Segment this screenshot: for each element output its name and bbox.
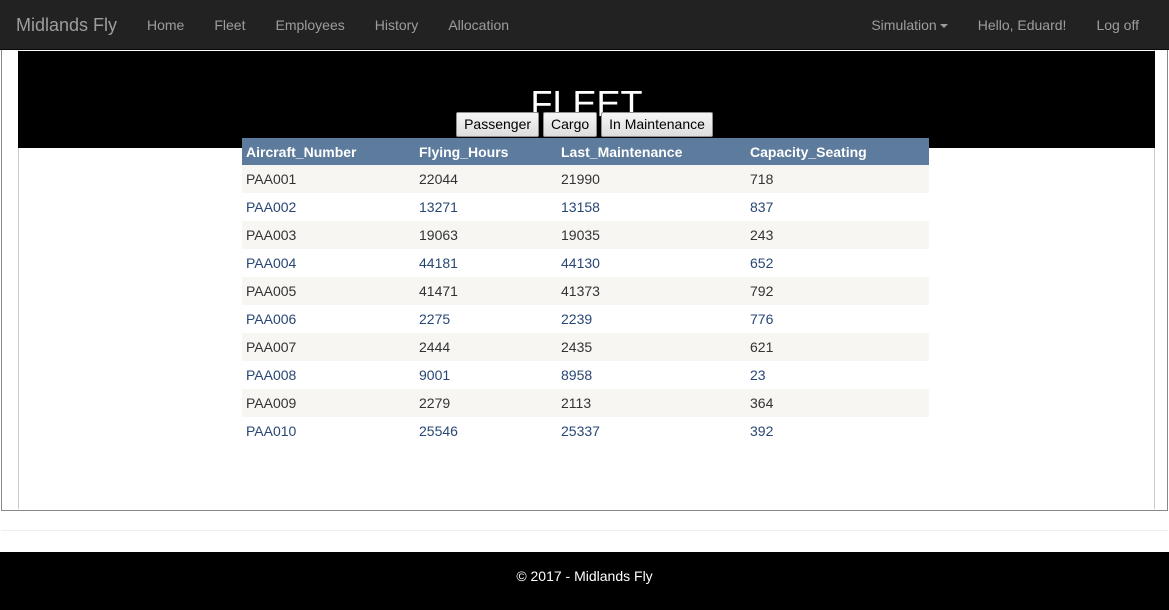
cell-last-maintenance: 19035 xyxy=(557,221,746,249)
nav-user-menu: Simulation Hello, Eduard! Log off xyxy=(856,0,1154,50)
cell-capacity-seating: 621 xyxy=(746,333,929,361)
cell-aircraft-number: PAA003 xyxy=(242,221,415,249)
cell-aircraft-number: PAA005 xyxy=(242,277,415,305)
divider xyxy=(1,530,1168,531)
cell-flying-hours: 2444 xyxy=(415,333,557,361)
cell-capacity-seating[interactable]: 23 xyxy=(746,361,929,389)
cell-flying-hours: 19063 xyxy=(415,221,557,249)
header-flying-hours[interactable]: Flying_Hours xyxy=(415,138,557,165)
nav-employees-link[interactable]: Employees xyxy=(260,0,359,50)
table-row[interactable]: PAA002 13271 13158 837 xyxy=(242,193,929,221)
table-row[interactable]: PAA003 19063 19035 243 xyxy=(242,221,929,249)
brand-link[interactable]: Midlands Fly xyxy=(16,14,117,36)
filter-bar: Passenger Cargo In Maintenance xyxy=(0,112,1169,137)
cell-flying-hours[interactable]: 25546 xyxy=(415,417,557,445)
nav-home-link[interactable]: Home xyxy=(132,0,199,50)
cell-aircraft-number[interactable]: PAA004 xyxy=(242,249,415,277)
cell-flying-hours: 22044 xyxy=(415,165,557,193)
fleet-table: Aircraft_Number Flying_Hours Last_Mainte… xyxy=(242,138,929,445)
cell-aircraft-number: PAA007 xyxy=(242,333,415,361)
cargo-filter-button[interactable]: Cargo xyxy=(543,112,598,137)
cell-capacity-seating: 718 xyxy=(746,165,929,193)
nav-fleet-link[interactable]: Fleet xyxy=(199,0,260,50)
simulation-label: Simulation xyxy=(871,17,937,33)
cell-last-maintenance[interactable]: 13158 xyxy=(557,193,746,221)
cell-flying-hours[interactable]: 9001 xyxy=(415,361,557,389)
nav-history-link[interactable]: History xyxy=(360,0,434,50)
header-capacity-seating[interactable]: Capacity_Seating xyxy=(746,138,929,165)
table-row[interactable]: PAA010 25546 25337 392 xyxy=(242,417,929,445)
cell-flying-hours: 2279 xyxy=(415,389,557,417)
table-header-row: Aircraft_Number Flying_Hours Last_Mainte… xyxy=(242,138,929,165)
cell-last-maintenance: 21990 xyxy=(557,165,746,193)
nav-menu: Home Fleet Employees History Allocation xyxy=(132,0,524,50)
user-greeting-link[interactable]: Hello, Eduard! xyxy=(963,0,1082,50)
cell-last-maintenance: 41373 xyxy=(557,277,746,305)
cell-last-maintenance: 2435 xyxy=(557,333,746,361)
cell-flying-hours[interactable]: 44181 xyxy=(415,249,557,277)
navbar: Midlands Fly Home Fleet Employees Histor… xyxy=(0,0,1169,50)
cell-capacity-seating[interactable]: 652 xyxy=(746,249,929,277)
table-row[interactable]: PAA005 41471 41373 792 xyxy=(242,277,929,305)
cell-flying-hours[interactable]: 13271 xyxy=(415,193,557,221)
cell-aircraft-number[interactable]: PAA008 xyxy=(242,361,415,389)
cell-aircraft-number: PAA001 xyxy=(242,165,415,193)
cell-capacity-seating: 243 xyxy=(746,221,929,249)
cell-last-maintenance[interactable]: 25337 xyxy=(557,417,746,445)
cell-aircraft-number: PAA009 xyxy=(242,389,415,417)
simulation-dropdown[interactable]: Simulation xyxy=(856,0,962,50)
cell-flying-hours[interactable]: 2275 xyxy=(415,305,557,333)
cell-last-maintenance[interactable]: 2239 xyxy=(557,305,746,333)
cell-aircraft-number[interactable]: PAA006 xyxy=(242,305,415,333)
table-row[interactable]: PAA001 22044 21990 718 xyxy=(242,165,929,193)
cell-flying-hours: 41471 xyxy=(415,277,557,305)
cell-last-maintenance[interactable]: 44130 xyxy=(557,249,746,277)
table-row[interactable]: PAA009 2279 2113 364 xyxy=(242,389,929,417)
cell-capacity-seating[interactable]: 776 xyxy=(746,305,929,333)
cell-aircraft-number[interactable]: PAA010 xyxy=(242,417,415,445)
header-last-maintenance[interactable]: Last_Maintenance xyxy=(557,138,746,165)
table-row[interactable]: PAA007 2444 2435 621 xyxy=(242,333,929,361)
caret-down-icon xyxy=(939,24,948,29)
cell-last-maintenance: 2113 xyxy=(557,389,746,417)
nav-allocation-link[interactable]: Allocation xyxy=(433,0,524,50)
maintenance-filter-button[interactable]: In Maintenance xyxy=(601,112,713,137)
header-aircraft-number[interactable]: Aircraft_Number xyxy=(242,138,415,165)
footer: © 2017 - Midlands Fly xyxy=(0,552,1169,610)
logoff-link[interactable]: Log off xyxy=(1081,0,1154,50)
cell-capacity-seating[interactable]: 392 xyxy=(746,417,929,445)
cell-capacity-seating[interactable]: 837 xyxy=(746,193,929,221)
table-body: PAA001 22044 21990 718 PAA002 13271 13158 837 PA… xyxy=(242,165,929,445)
table-row[interactable]: PAA006 2275 2239 776 xyxy=(242,305,929,333)
cell-last-maintenance[interactable]: 8958 xyxy=(557,361,746,389)
table-row[interactable]: PAA004 44181 44130 652 xyxy=(242,249,929,277)
cell-aircraft-number[interactable]: PAA002 xyxy=(242,193,415,221)
footer-text: © 2017 - Midlands Fly xyxy=(516,568,653,584)
cell-capacity-seating: 792 xyxy=(746,277,929,305)
passenger-filter-button[interactable]: Passenger xyxy=(456,112,540,137)
cell-capacity-seating: 364 xyxy=(746,389,929,417)
table-row[interactable]: PAA008 9001 8958 23 xyxy=(242,361,929,389)
